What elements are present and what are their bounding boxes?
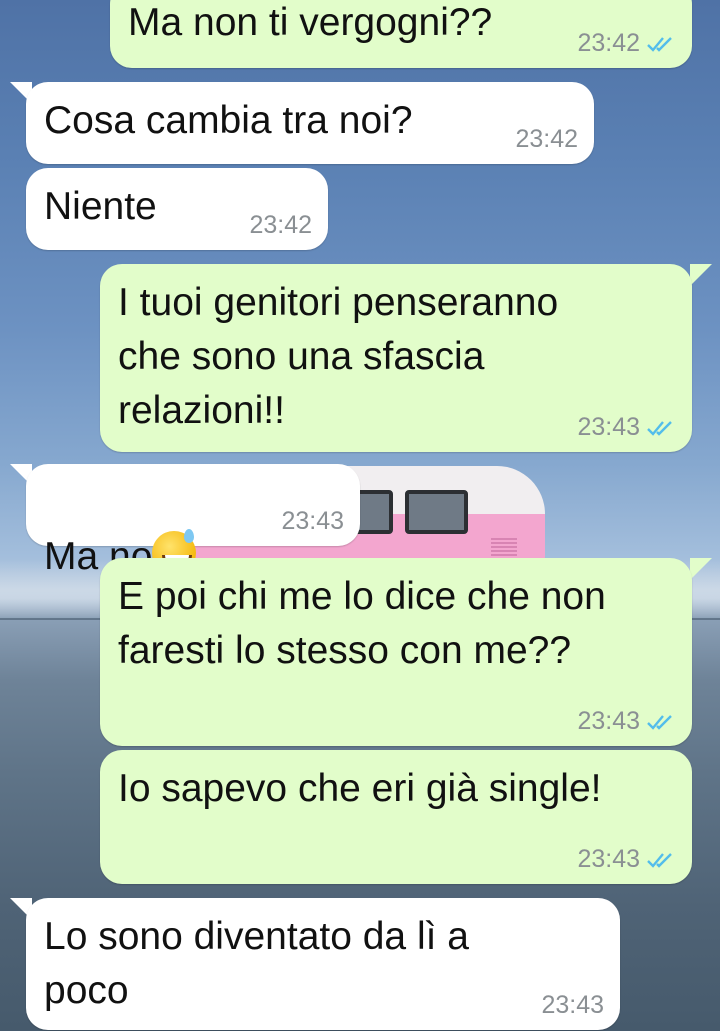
double-check-icon — [646, 851, 676, 869]
message-text: E poi chi me lo dice che non faresti lo … — [118, 575, 606, 672]
message-time: 23:43 — [577, 845, 640, 873]
message-meta: 23:43 — [541, 991, 604, 1020]
message-text: Ma non ti vergogni?? — [128, 1, 493, 44]
bubble-tail — [690, 558, 712, 580]
message-time: 23:42 — [515, 125, 578, 153]
message-meta: 23:42 — [515, 125, 578, 154]
message-meta: 23:42 — [249, 211, 312, 240]
message-time: 23:42 — [249, 211, 312, 239]
double-check-icon — [646, 419, 676, 437]
message-text: Niente — [44, 185, 157, 228]
message-meta: 23:43 — [577, 413, 676, 442]
double-check-icon — [646, 713, 676, 731]
message-meta: 23:43 — [577, 845, 676, 874]
message-time: 23:43 — [577, 707, 640, 735]
message-bubble-outgoing[interactable]: I tuoi genitori penseranno che sono una … — [100, 264, 692, 452]
message-time: 23:42 — [577, 29, 640, 57]
double-check-icon — [646, 35, 676, 53]
message-bubble-incoming[interactable]: Niente 23:42 — [26, 168, 328, 250]
bubble-tail — [690, 264, 712, 286]
message-bubble-outgoing[interactable]: Ma non ti vergogni?? 23:42 — [110, 0, 692, 68]
message-time: 23:43 — [577, 413, 640, 441]
message-meta: 23:42 — [577, 29, 676, 58]
message-bubble-incoming[interactable]: Lo sono diventato da lì a poco 23:43 — [26, 898, 620, 1030]
message-bubble-outgoing[interactable]: Io sapevo che eri già single! 23:43 — [100, 750, 692, 884]
message-text: Io sapevo che eri già single! — [118, 767, 602, 810]
message-meta: 23:43 — [577, 707, 676, 736]
message-text: I tuoi genitori penseranno che sono una … — [118, 281, 559, 432]
message-bubble-incoming[interactable]: Cosa cambia tra noi? 23:42 — [26, 82, 594, 164]
message-bubble-incoming[interactable]: Ma no 23:43 — [26, 464, 360, 578]
message-meta: 23:43 — [281, 507, 344, 536]
message-time: 23:43 — [541, 991, 604, 1019]
message-bubble-outgoing[interactable]: E poi chi me lo dice che non faresti lo … — [100, 558, 692, 746]
message-text: Cosa cambia tra noi? — [44, 99, 413, 142]
message-text: Lo sono diventato da lì a poco — [44, 915, 469, 1012]
van-window — [405, 490, 468, 534]
van-grill — [491, 538, 517, 560]
message-time: 23:43 — [281, 507, 344, 535]
